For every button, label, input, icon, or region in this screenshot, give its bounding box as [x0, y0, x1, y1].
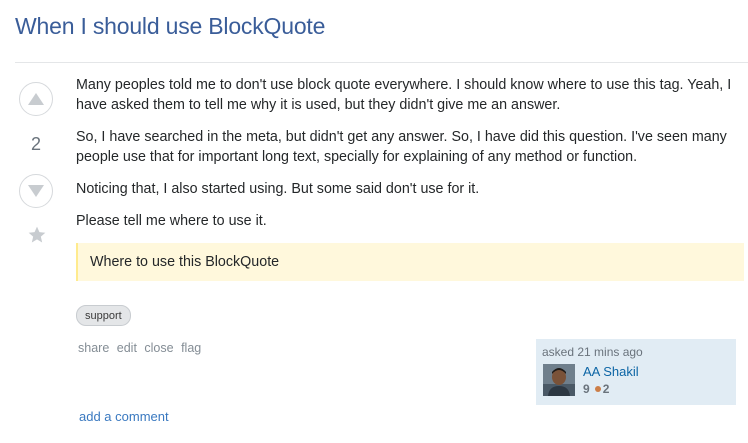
flag-link[interactable]: flag [181, 341, 201, 355]
downvote-button[interactable] [19, 174, 53, 208]
owner-card: asked 21 mins ago AA Shakil 92 [536, 339, 736, 405]
bronze-badge-count: 2 [602, 382, 610, 396]
blockquote: Where to use this BlockQuote [76, 243, 744, 281]
question-title[interactable]: When I should use BlockQuote [15, 13, 325, 40]
close-link[interactable]: close [144, 341, 173, 355]
body-paragraph: Many peoples told me to don't use block … [76, 77, 732, 113]
avatar[interactable] [543, 364, 575, 396]
question-page: When I should use BlockQuote 2 Many peop… [0, 0, 748, 443]
share-link[interactable]: share [78, 341, 109, 355]
upvote-button[interactable] [19, 82, 53, 116]
owner-stats: 92 [583, 382, 609, 396]
edit-link[interactable]: edit [117, 341, 137, 355]
avatar-image [543, 364, 575, 396]
star-icon [28, 226, 46, 243]
add-comment-link[interactable]: add a comment [79, 409, 169, 424]
owner-name-link[interactable]: AA Shakil [583, 364, 639, 379]
post-menu: share edit close flag [78, 341, 205, 355]
question-body: Many peoples told me to don't use block … [76, 75, 744, 281]
title-divider [15, 62, 748, 63]
triangle-up-icon [28, 93, 44, 105]
triangle-down-icon [28, 185, 44, 197]
favorite-button[interactable] [26, 224, 48, 246]
vote-count: 2 [30, 134, 41, 154]
bronze-badge-icon [594, 386, 601, 393]
body-paragraph: Noticing that, I also started using. But… [76, 181, 480, 197]
tag-support[interactable]: support [76, 305, 131, 326]
body-paragraph: Please tell me where to use it. [76, 213, 267, 229]
reputation-score: 9 [583, 382, 590, 396]
asked-time: asked 21 mins ago [542, 345, 643, 359]
body-paragraph: So, I have searched in the meta, but did… [76, 129, 727, 165]
